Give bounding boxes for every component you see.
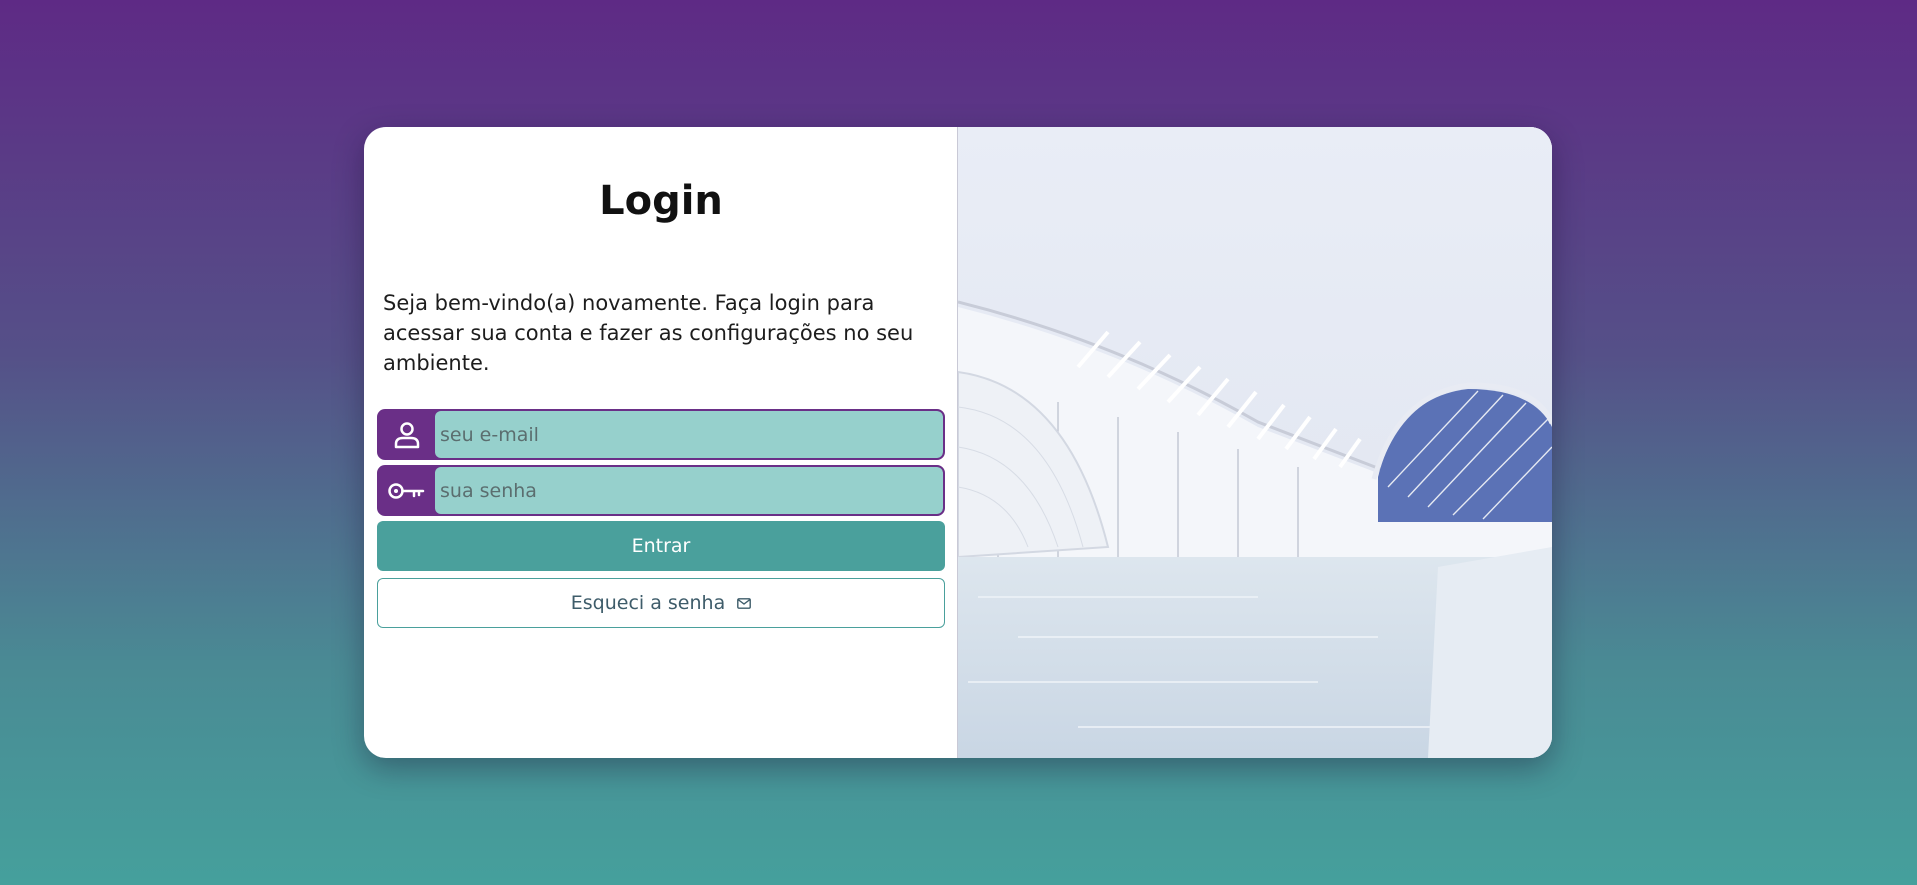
welcome-text: Seja bem-vindo(a) novamente. Faça login … xyxy=(383,291,914,375)
mail-icon xyxy=(737,592,752,614)
login-card: Login Seja bem-vindo(a) novamente. Faça … xyxy=(364,127,1552,758)
hero-image xyxy=(957,127,1552,758)
password-field[interactable]: sua senha xyxy=(377,465,945,516)
password-input[interactable]: sua senha xyxy=(435,467,943,514)
forgot-password-button[interactable]: Esqueci a senha xyxy=(377,578,945,628)
page-title: Login xyxy=(599,178,723,224)
login-panel: Login Seja bem-vindo(a) novamente. Faça … xyxy=(364,127,958,758)
architecture-illustration xyxy=(957,127,1552,758)
email-field[interactable]: seu e-mail xyxy=(377,409,945,460)
user-icon xyxy=(379,411,435,458)
login-button[interactable]: Entrar xyxy=(377,521,945,571)
forgot-password-label: Esqueci a senha xyxy=(570,592,726,614)
email-input[interactable]: seu e-mail xyxy=(435,411,943,458)
key-icon xyxy=(379,467,435,514)
